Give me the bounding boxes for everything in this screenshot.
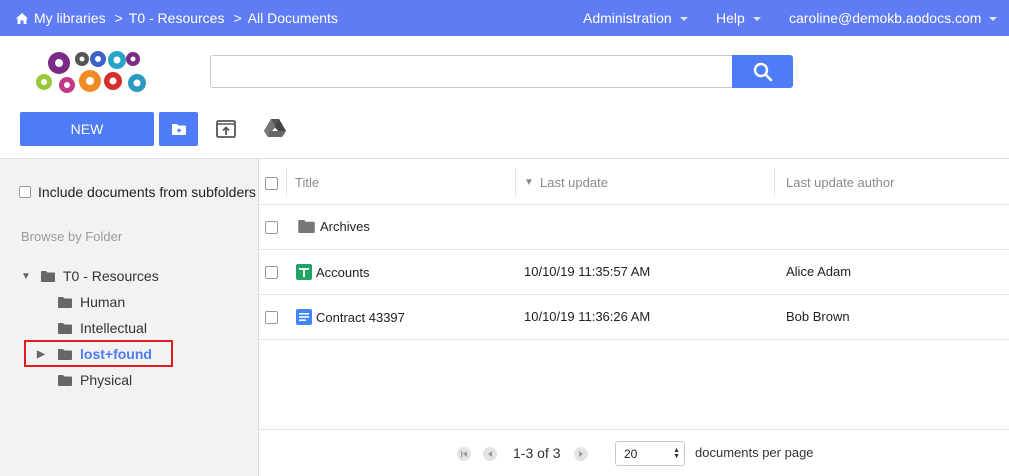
sort-desc-icon: ▼ bbox=[524, 177, 534, 188]
tree-item-human[interactable]: Human bbox=[58, 294, 125, 310]
new-button[interactable]: NEW bbox=[20, 112, 154, 146]
breadcrumb: My libraries > T0 - Resources > All Docu… bbox=[16, 10, 338, 26]
column-header-last-update[interactable]: Last update bbox=[540, 175, 608, 190]
collapse-toggle[interactable]: ▼ bbox=[21, 271, 35, 282]
new-button-label: NEW bbox=[70, 121, 104, 137]
upload-button[interactable] bbox=[214, 118, 238, 140]
per-page-value: 20 bbox=[624, 447, 638, 461]
select-arrows-icon: ▲ ▼ bbox=[673, 447, 680, 460]
row-title[interactable]: Accounts bbox=[296, 264, 369, 280]
chevron-down-icon bbox=[752, 17, 761, 21]
table-header: Title ▼ Last update Last update author bbox=[259, 158, 1009, 205]
administration-menu[interactable]: Administration bbox=[583, 10, 688, 26]
table-row[interactable]: Contract 43397 10/10/19 11:36:26 AM Bob … bbox=[259, 295, 1009, 340]
top-bar: My libraries > T0 - Resources > All Docu… bbox=[0, 0, 1009, 36]
help-menu[interactable]: Help bbox=[716, 10, 761, 26]
per-page-label: documents per page bbox=[695, 445, 814, 460]
new-folder-button[interactable] bbox=[159, 112, 198, 146]
folder-icon bbox=[41, 270, 55, 282]
pagination: 1-3 of 3 20 ▲ ▼ documents per page bbox=[259, 429, 1009, 476]
row-title-text: Accounts bbox=[316, 264, 370, 280]
tree-item-label: Physical bbox=[80, 372, 133, 388]
first-page-icon bbox=[461, 451, 467, 457]
breadcrumb-current[interactable]: All Documents bbox=[248, 10, 338, 26]
tree-item-t0-resources[interactable]: ▼ T0 - Resources bbox=[21, 268, 159, 284]
google-drive-button[interactable] bbox=[262, 117, 288, 139]
first-page-button[interactable] bbox=[457, 447, 471, 461]
chevron-left-icon bbox=[488, 451, 492, 457]
row-author: Bob Brown bbox=[786, 309, 850, 324]
chevron-down-icon bbox=[989, 17, 998, 21]
breadcrumb-separator: > bbox=[114, 10, 123, 26]
google-sheets-icon bbox=[296, 264, 312, 280]
select-all-checkbox[interactable] bbox=[265, 177, 278, 190]
row-checkbox[interactable] bbox=[265, 311, 278, 324]
breadcrumb-separator: > bbox=[233, 10, 242, 26]
previous-page-button[interactable] bbox=[483, 447, 497, 461]
column-divider bbox=[515, 168, 516, 196]
row-checkbox[interactable] bbox=[265, 221, 278, 234]
row-checkbox[interactable] bbox=[265, 266, 278, 279]
highlight-annotation bbox=[24, 340, 173, 367]
breadcrumb-library[interactable]: T0 - Resources bbox=[129, 10, 225, 26]
search-icon bbox=[753, 62, 772, 81]
per-page-select[interactable]: 20 ▲ ▼ bbox=[615, 441, 685, 466]
table-row[interactable]: Accounts 10/10/19 11:35:57 AM Alice Adam bbox=[259, 250, 1009, 295]
column-divider bbox=[286, 168, 287, 196]
row-last-update: 10/10/19 11:36:26 AM bbox=[524, 309, 651, 324]
tree-item-label: Human bbox=[80, 294, 126, 310]
google-drive-icon bbox=[264, 119, 286, 137]
browse-by-folder-label: Browse by Folder bbox=[21, 229, 123, 244]
include-subfolders-checkbox[interactable] bbox=[19, 186, 31, 198]
column-header-title[interactable]: Title bbox=[295, 175, 319, 190]
chevron-down-icon bbox=[679, 17, 688, 21]
sidebar: Include documents from subfolders Browse… bbox=[0, 158, 259, 476]
folder-plus-icon bbox=[171, 123, 186, 135]
row-author: Alice Adam bbox=[786, 264, 852, 279]
home-icon bbox=[16, 12, 28, 24]
next-page-button[interactable] bbox=[574, 447, 588, 461]
administration-menu-label: Administration bbox=[583, 10, 672, 26]
search-button[interactable] bbox=[732, 55, 793, 88]
chevron-right-icon bbox=[579, 451, 583, 457]
column-header-author[interactable]: Last update author bbox=[786, 175, 894, 190]
upload-icon bbox=[216, 120, 236, 138]
tree-item-label: T0 - Resources bbox=[63, 268, 159, 284]
table-row[interactable]: Archives bbox=[259, 205, 1009, 250]
row-title[interactable]: Contract 43397 bbox=[296, 309, 405, 325]
gears-logo bbox=[36, 51, 146, 93]
folder-icon bbox=[298, 220, 315, 233]
folder-icon bbox=[58, 296, 72, 308]
page-range: 1-3 of 3 bbox=[513, 445, 561, 461]
folder-icon bbox=[58, 374, 72, 386]
tree-item-label: Intellectual bbox=[80, 320, 147, 336]
row-title-text: Contract 43397 bbox=[316, 309, 405, 325]
search-input[interactable] bbox=[210, 55, 733, 88]
row-last-update: 10/10/19 11:35:57 AM bbox=[524, 264, 651, 279]
user-email: caroline@demokb.aodocs.com bbox=[789, 10, 982, 26]
include-subfolders-option[interactable]: Include documents from subfolders bbox=[19, 184, 256, 200]
folder-icon bbox=[58, 322, 72, 334]
help-menu-label: Help bbox=[716, 10, 745, 26]
user-menu[interactable]: caroline@demokb.aodocs.com bbox=[789, 10, 998, 26]
google-docs-icon bbox=[296, 309, 312, 325]
tree-item-intellectual[interactable]: Intellectual bbox=[58, 320, 147, 336]
row-title[interactable]: Archives bbox=[298, 219, 370, 234]
breadcrumb-my-libraries[interactable]: My libraries bbox=[34, 10, 106, 26]
column-divider bbox=[774, 168, 775, 196]
tree-item-physical[interactable]: Physical bbox=[58, 372, 132, 388]
include-subfolders-label: Include documents from subfolders bbox=[38, 184, 256, 200]
row-title-text: Archives bbox=[320, 219, 370, 234]
